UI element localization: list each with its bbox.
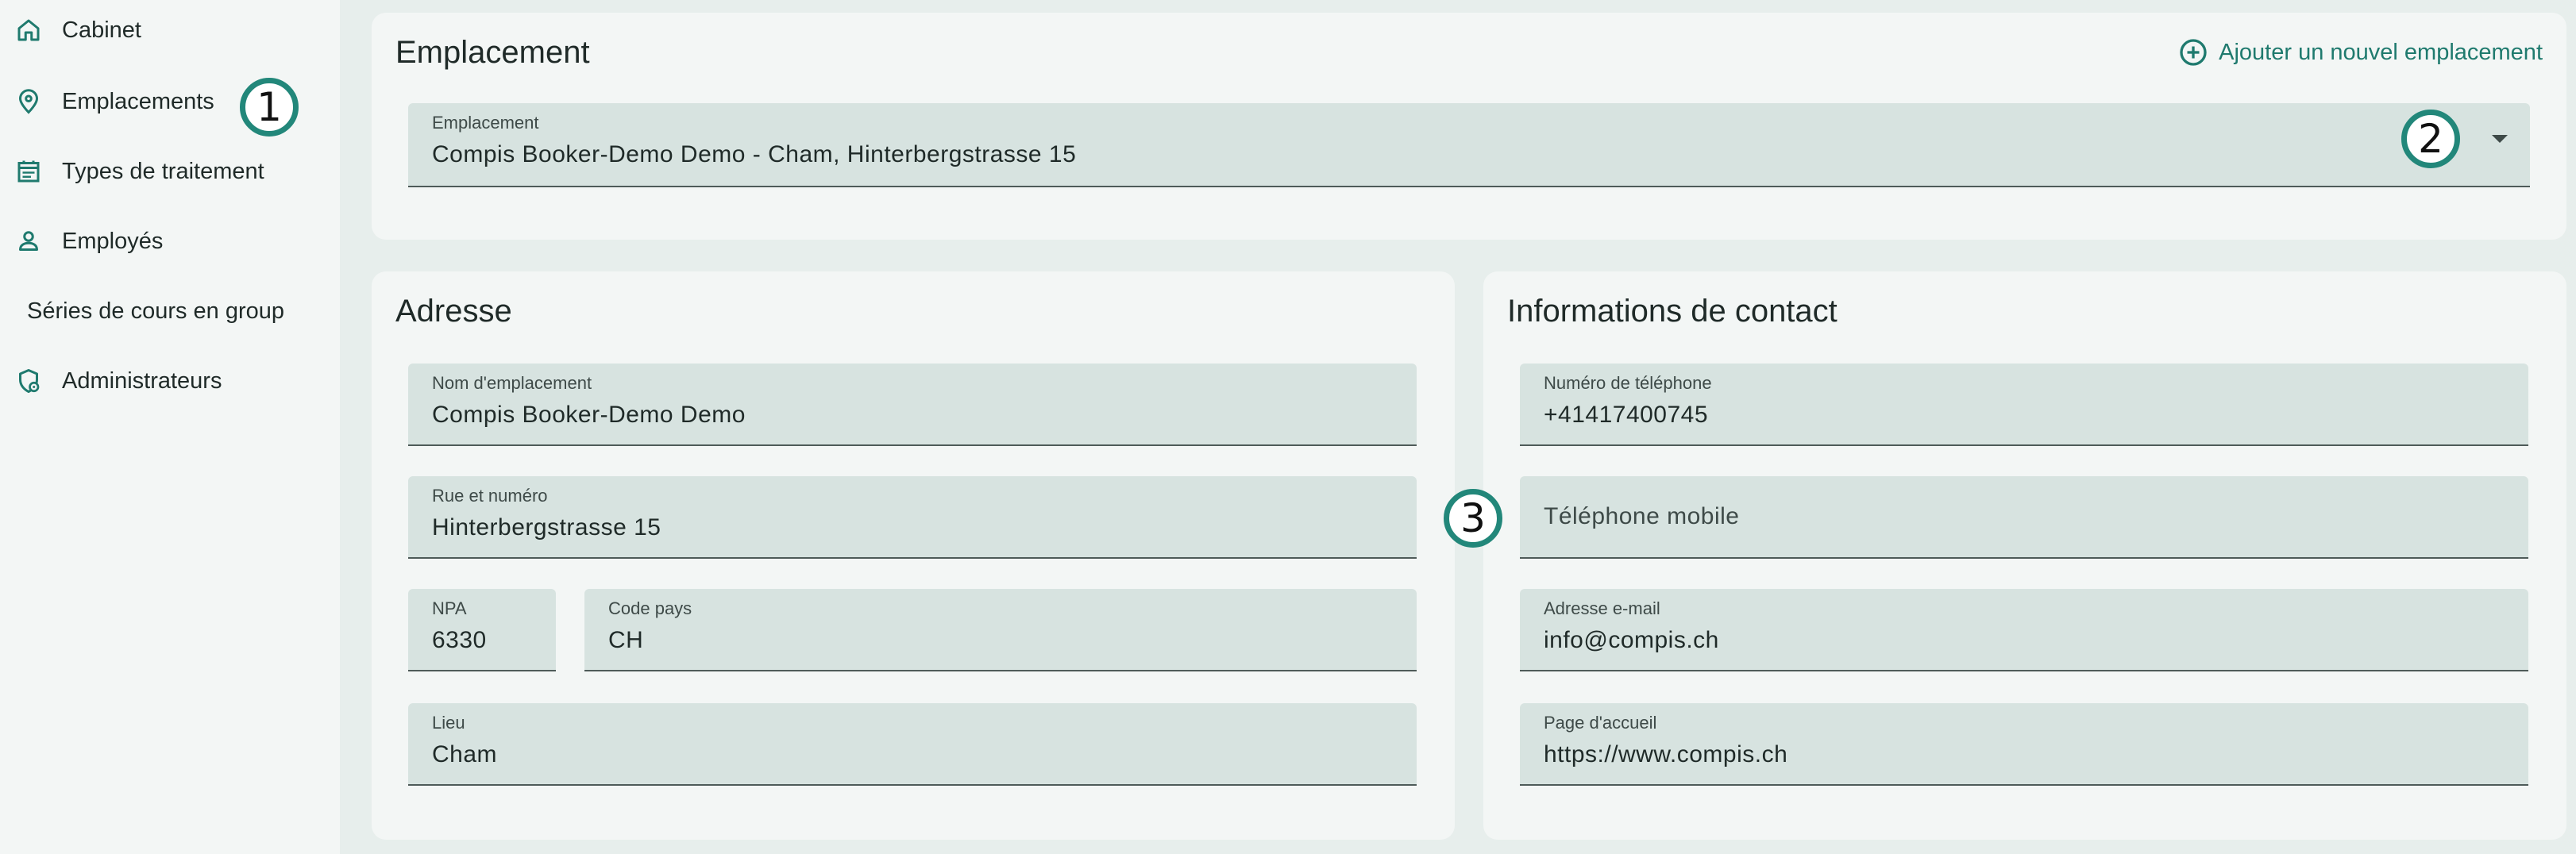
phone-field[interactable]: Numéro de téléphone +41417400745 [1520,364,2528,446]
location-select[interactable]: Emplacement Compis Booker-Demo Demo - Ch… [408,103,2530,187]
sidebar-item-cabinet[interactable]: Cabinet [0,6,340,54]
sidebar-item-label: Employés [62,228,164,254]
sidebar-item-employes[interactable]: Employés [0,217,340,265]
homepage-field[interactable]: Page d'accueil https://www.compis.ch [1520,703,2528,786]
contact-card: Informations de contact Numéro de téléph… [1483,271,2566,840]
callout-3: 3 [1444,489,1502,548]
add-location-button[interactable]: Ajouter un nouvel emplacement [2177,37,2543,68]
calendar-list-icon [14,157,43,186]
country-code-label: Code pays [608,598,692,618]
sidebar-item-label: Emplacements [62,88,214,114]
address-card: Adresse Nom d'emplacement Compis Booker-… [372,271,1455,840]
dropdown-arrow-icon[interactable] [2492,135,2508,143]
zip-field[interactable]: NPA 6330 [408,589,556,671]
street-value: Hinterbergstrasse 15 [432,514,661,540]
street-label: Rue et numéro [432,486,548,506]
mobile-phone-placeholder: Téléphone mobile [1544,503,1740,529]
callout-2: 2 [2401,110,2460,168]
location-select-value: Compis Booker-Demo Demo - Cham, Hinterbe… [432,141,1077,167]
location-name-label: Nom d'emplacement [432,373,592,393]
location-pin-icon [14,87,43,116]
city-field[interactable]: Lieu Cham [408,703,1417,786]
add-location-label: Ajouter un nouvel emplacement [2219,39,2543,65]
homepage-label: Page d'accueil [1544,713,1657,733]
contact-card-title: Informations de contact [1507,294,1838,329]
sidebar-item-series-de-cours[interactable]: Séries de cours en group [0,287,340,335]
location-select-label: Emplacement [432,113,539,133]
sidebar-item-label: Cabinet [62,17,141,43]
zip-label: NPA [432,598,467,618]
phone-value: +41417400745 [1544,402,1709,428]
admin-shield-icon [14,367,43,395]
sidebar-item-label: Séries de cours en group [27,298,285,324]
homepage-value: https://www.compis.ch [1544,741,1788,767]
address-card-title: Adresse [395,294,512,329]
location-name-value: Compis Booker-Demo Demo [432,402,746,428]
sidebar-item-types-de-traitement[interactable]: Types de traitement [0,148,340,195]
callout-1: 1 [240,78,299,137]
city-value: Cham [432,741,498,767]
email-value: info@compis.ch [1544,627,1719,653]
location-card-title: Emplacement [395,35,590,70]
mobile-phone-field[interactable]: Téléphone mobile [1520,476,2528,559]
home-icon [14,16,43,44]
location-card: Emplacement Ajouter un nouvel emplacemen… [372,13,2566,240]
zip-value: 6330 [432,627,487,653]
email-field[interactable]: Adresse e-mail info@compis.ch [1520,589,2528,671]
add-circle-icon [2180,39,2207,66]
phone-label: Numéro de téléphone [1544,373,1712,393]
sidebar-item-administrateurs[interactable]: Administrateurs [0,357,340,405]
city-label: Lieu [432,713,465,733]
sidebar-item-label: Administrateurs [62,367,222,394]
location-name-field[interactable]: Nom d'emplacement Compis Booker-Demo Dem… [408,364,1417,446]
email-label: Adresse e-mail [1544,598,1660,618]
person-icon [14,227,43,256]
street-field[interactable]: Rue et numéro Hinterbergstrasse 15 [408,476,1417,559]
country-code-field[interactable]: Code pays CH [584,589,1417,671]
sidebar-item-label: Types de traitement [62,158,264,184]
country-code-value: CH [608,627,644,653]
